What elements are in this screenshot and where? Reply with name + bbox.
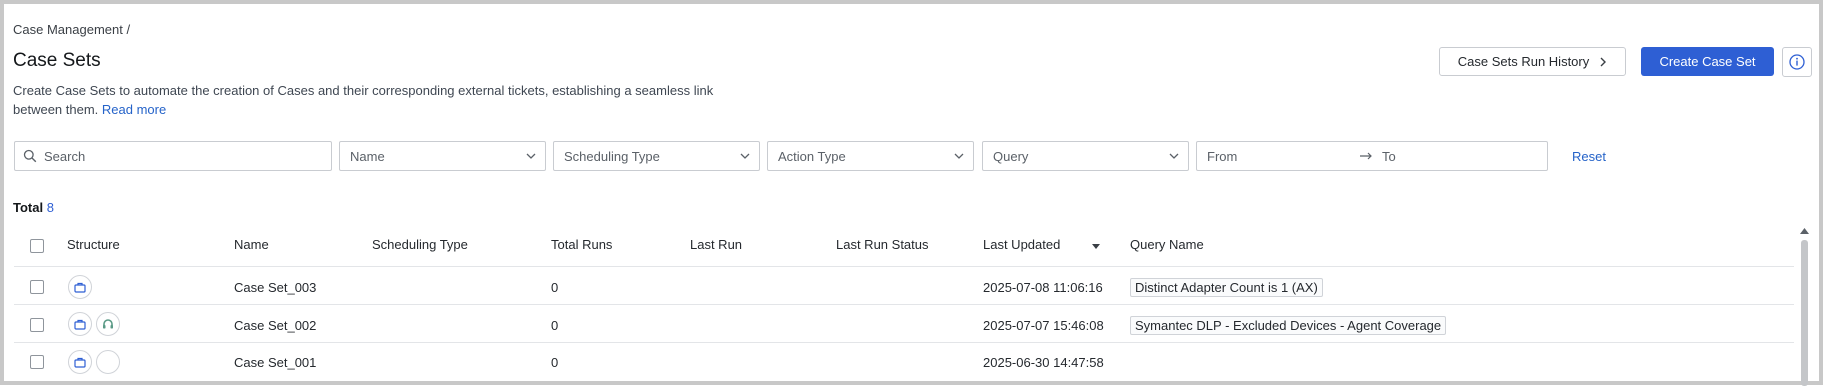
column-header-last-run[interactable]: Last Run — [690, 237, 742, 252]
structure-item[interactable] — [68, 350, 92, 374]
briefcase-icon — [74, 282, 86, 293]
row-divider — [14, 342, 1794, 343]
date-range-picker[interactable]: From To — [1196, 141, 1548, 171]
column-header-last-run-status[interactable]: Last Run Status — [836, 237, 929, 252]
row-last-updated: 2025-06-30 14:47:58 — [983, 355, 1104, 370]
sort-desc-icon[interactable] — [1092, 244, 1100, 249]
scheduling-type-filter-select[interactable]: Scheduling Type — [553, 141, 760, 171]
total-value: 8 — [46, 200, 54, 215]
scroll-up-arrow-icon[interactable] — [1800, 228, 1809, 234]
to-placeholder: To — [1382, 148, 1396, 164]
row-total-runs: 0 — [551, 280, 559, 295]
query-filter-select[interactable]: Query — [982, 141, 1189, 171]
column-header-last-updated[interactable]: Last Updated — [983, 237, 1060, 252]
chevron-down-icon — [1169, 153, 1179, 159]
read-more-link[interactable]: Read more — [102, 102, 166, 117]
chevron-right-icon — [1600, 57, 1607, 66]
row-checkbox[interactable] — [30, 280, 44, 294]
structure-item[interactable] — [68, 275, 92, 299]
total-count: Total 8 — [13, 200, 54, 215]
column-header-scheduling-type[interactable]: Scheduling Type — [372, 237, 468, 252]
case-sets-run-history-button[interactable]: Case Sets Run History — [1439, 47, 1626, 76]
empty-structure-item[interactable] — [96, 350, 120, 374]
row-divider — [14, 304, 1794, 305]
from-placeholder: From — [1207, 148, 1238, 164]
headset-icon — [103, 319, 113, 329]
row-name[interactable]: Case Set_002 — [234, 318, 316, 333]
run-history-label: Case Sets Run History — [1457, 54, 1590, 69]
total-label: Total — [13, 200, 44, 215]
row-checkbox[interactable] — [30, 355, 44, 369]
column-header-query-name[interactable]: Query Name — [1130, 237, 1204, 252]
name-filter-select[interactable]: Name — [339, 141, 546, 171]
arrow-right-icon — [1360, 152, 1372, 160]
row-last-updated: 2025-07-07 15:46:08 — [983, 318, 1104, 333]
action-type-filter-label: Action Type — [778, 148, 846, 164]
breadcrumb[interactable]: Case Management / — [13, 22, 130, 37]
row-name[interactable]: Case Set_003 — [234, 280, 316, 295]
search-placeholder: Search — [44, 148, 86, 164]
scheduling-type-filter-label: Scheduling Type — [564, 148, 660, 164]
search-input[interactable]: Search — [14, 141, 332, 171]
page-title: Case Sets — [13, 50, 101, 71]
info-button[interactable] — [1782, 47, 1812, 77]
chevron-down-icon — [740, 153, 750, 159]
name-filter-label: Name — [350, 148, 385, 164]
row-checkbox[interactable] — [30, 318, 44, 332]
page-description: Create Case Sets to automate the creatio… — [13, 81, 733, 119]
column-header-structure: Structure — [67, 237, 120, 252]
query-name-tag[interactable]: Distinct Adapter Count is 1 (AX) — [1130, 278, 1323, 297]
briefcase-icon — [74, 319, 86, 330]
scrollbar-thumb[interactable] — [1801, 240, 1808, 386]
select-all-checkbox[interactable] — [30, 239, 44, 253]
create-case-set-button[interactable]: Create Case Set — [1641, 47, 1774, 76]
action-type-filter-select[interactable]: Action Type — [767, 141, 974, 171]
column-header-name[interactable]: Name — [234, 237, 269, 252]
reset-button[interactable]: Reset — [1572, 149, 1606, 164]
row-total-runs: 0 — [551, 318, 559, 333]
structure-item[interactable] — [96, 312, 120, 336]
query-name-tag[interactable]: Symantec DLP - Excluded Devices - Agent … — [1130, 316, 1447, 335]
query-filter-label: Query — [993, 148, 1029, 164]
chevron-down-icon — [954, 153, 964, 159]
info-icon — [1789, 54, 1805, 70]
row-total-runs: 0 — [551, 355, 559, 370]
chevron-down-icon — [526, 153, 536, 159]
row-name[interactable]: Case Set_001 — [234, 355, 316, 370]
briefcase-icon — [74, 357, 86, 368]
search-icon — [23, 149, 37, 163]
header-divider — [14, 266, 1794, 267]
row-last-updated: 2025-07-08 11:06:16 — [983, 280, 1103, 295]
column-header-total-runs[interactable]: Total Runs — [551, 237, 612, 252]
structure-item[interactable] — [68, 312, 92, 336]
